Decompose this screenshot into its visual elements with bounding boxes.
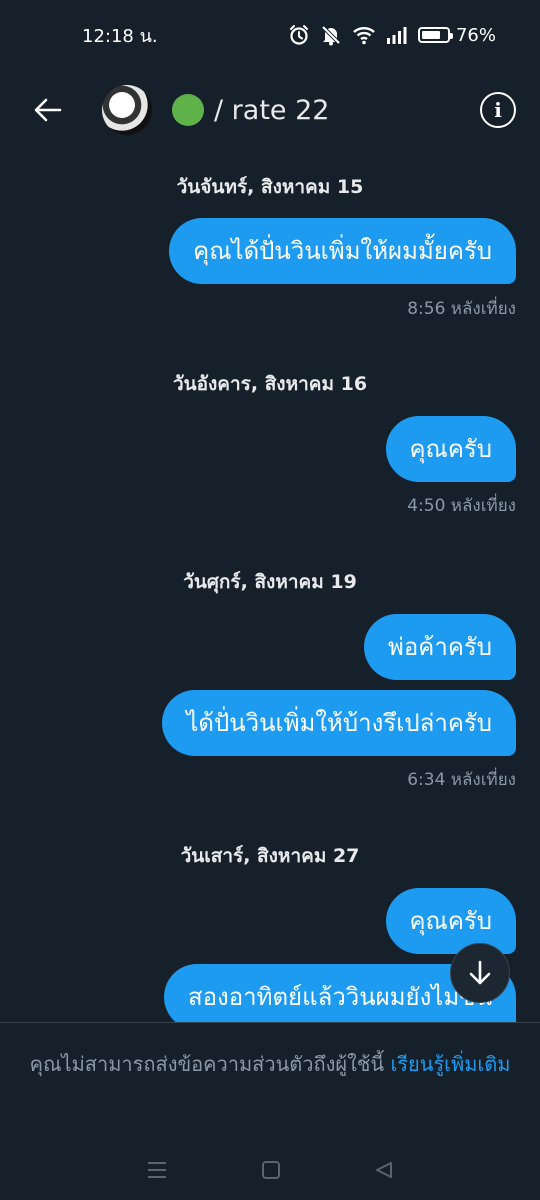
back-button[interactable] xyxy=(24,86,72,134)
learn-more-link[interactable]: เรียนรู้เพิ่มเติม xyxy=(390,1052,510,1076)
message-bubble[interactable]: พ่อค้าครับ xyxy=(364,614,516,680)
green-circle-emoji xyxy=(172,94,204,126)
dm-restricted-notice: คุณไม่สามารถส่งข้อความส่วนตัวถึงผู้ใช้นี… xyxy=(0,1022,540,1122)
message-bubble[interactable]: คุณครับ xyxy=(385,888,516,954)
info-icon: i xyxy=(494,98,502,122)
date-separator: วันศุกร์, สิงหาคม 19 xyxy=(183,571,357,593)
message-list: วันจันทร์, สิงหาคม 15 คุณได้ปั่นวินเพิ่ม… xyxy=(0,150,540,1022)
menu-icon[interactable] xyxy=(146,1160,168,1180)
arrow-down-icon xyxy=(469,960,491,985)
conversation-title[interactable]: / rate 22 xyxy=(172,94,329,126)
date-separator: วันจันทร์, สิงหาคม 15 xyxy=(176,176,364,198)
status-bar: 12:18 น. 76% xyxy=(0,0,540,70)
battery-indicator: 76% xyxy=(417,24,496,46)
arrow-left-icon xyxy=(34,98,62,122)
status-time: 12:18 น. xyxy=(82,25,158,47)
date-separator: วันเสาร์, สิงหาคม 27 xyxy=(180,845,360,867)
back-triangle-icon[interactable] xyxy=(374,1160,394,1180)
conversation-title-text: / rate 22 xyxy=(214,94,330,126)
wifi-icon xyxy=(352,25,376,45)
battery-fill xyxy=(421,31,441,39)
date-separator: วันอังคาร, สิงหาคม 16 xyxy=(172,373,368,395)
conversation-header: / rate 22 i xyxy=(0,70,540,150)
avatar[interactable] xyxy=(102,85,152,135)
system-nav-bar xyxy=(0,1140,540,1200)
message-bubble[interactable]: คุณครับ xyxy=(385,416,516,482)
message-bubble[interactable]: ได้ปั่นวินเพิ่มให้บ้างรึเปล่าครับ xyxy=(162,690,516,756)
message-timestamp: 6:34 หลังเที่ยง xyxy=(407,770,516,790)
alarm-icon xyxy=(288,24,310,46)
status-icons: 76% xyxy=(288,24,496,46)
dm-restricted-text: คุณไม่สามารถส่งข้อความส่วนตัวถึงผู้ใช้นี… xyxy=(29,1052,391,1076)
scroll-to-bottom-button[interactable] xyxy=(450,943,510,1003)
home-square-icon[interactable] xyxy=(261,1160,281,1180)
message-timestamp: 8:56 หลังเที่ยง xyxy=(407,299,516,319)
info-button[interactable]: i xyxy=(480,92,516,128)
message-bubble[interactable]: คุณได้ปั่นวินเพิ่มให้ผมมั้ยครับ xyxy=(169,218,516,284)
battery-icon xyxy=(417,27,453,43)
battery-percent: 76% xyxy=(455,24,496,46)
message-timestamp: 4:50 หลังเที่ยง xyxy=(407,496,516,516)
bell-muted-icon xyxy=(320,24,342,46)
signal-icon xyxy=(386,26,408,44)
